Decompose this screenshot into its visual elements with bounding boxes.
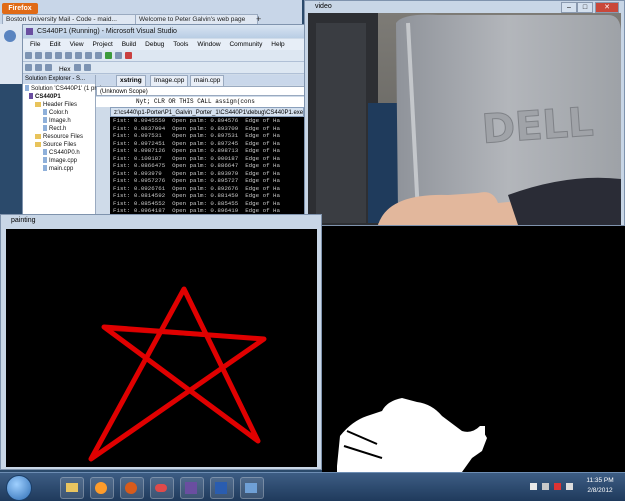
code-line[interactable]: Nyt; CLR OR THIS CALL assign(cons	[96, 97, 305, 107]
solution-explorer: Solution Explorer - S... Solution 'CS440…	[23, 75, 104, 215]
menu-view[interactable]: View	[70, 41, 84, 48]
painting-window-title: painting	[11, 217, 36, 224]
vs-toolbar	[23, 50, 305, 62]
window-icon[interactable]	[84, 64, 92, 71]
scope-dropdown[interactable]: (Unknown Scope)	[96, 86, 305, 96]
new-tab-button[interactable]: +	[256, 14, 266, 24]
system-clock[interactable]: 11:35 PM 2/8/2012	[578, 476, 622, 496]
webcam-image: DELL	[308, 13, 621, 225]
vs-title-bar: CS440P1 (Running) - Microsoft Visual Stu…	[23, 25, 305, 38]
media-player-taskbar-icon[interactable]	[90, 477, 114, 499]
drawn-star	[88, 286, 267, 462]
undo-icon[interactable]	[85, 52, 92, 59]
explorer-taskbar-icon[interactable]	[60, 477, 84, 499]
console-title-bar: z:\cs440\p1-Porter\P1_Galvin_Porter_1\CS…	[110, 107, 304, 117]
console-line: Fist: 0.0957276 Open palm: 0.895727 Edge…	[113, 177, 280, 184]
vs-logo-icon	[26, 28, 33, 35]
console-line: Fist: 0.0837094 Open palm: 0.893709 Edge…	[113, 124, 280, 132]
solution-explorer-header: Solution Explorer - S...	[23, 75, 95, 84]
clock-time: 11:35 PM	[586, 477, 614, 484]
file-main-cpp[interactable]: main.cpp	[43, 165, 73, 173]
minimize-button[interactable]: –	[561, 2, 577, 13]
painting-canvas[interactable]	[6, 229, 317, 467]
visual-studio-taskbar-icon[interactable]	[180, 477, 204, 499]
menu-project[interactable]: Project	[93, 41, 113, 48]
vs-menu-bar: File Edit View Project Build Debug Tools…	[23, 39, 305, 50]
file-image-cpp[interactable]: Image.cpp	[43, 157, 77, 165]
copy-icon[interactable]	[65, 52, 72, 59]
console-line: Fist: 0.0854552 Open palm: 0.885455 Edge…	[113, 199, 280, 207]
menu-edit[interactable]: Edit	[49, 41, 60, 48]
video-window: video – □ ✕ DELL	[304, 0, 625, 226]
cut-icon[interactable]	[55, 52, 62, 59]
step-into-icon[interactable]	[25, 64, 32, 71]
firefox-menu-button[interactable]: Firefox	[2, 3, 38, 14]
menu-debug[interactable]: Debug	[145, 41, 164, 48]
console-line: Fist: 0.093979 Open palm: 0.893979 Edge …	[113, 169, 280, 177]
save-icon[interactable]	[45, 52, 52, 59]
menu-community[interactable]: Community	[229, 41, 262, 48]
network-tray-icon[interactable]	[542, 483, 549, 490]
back-icon[interactable]	[4, 30, 16, 42]
step-over-icon[interactable]	[35, 64, 42, 71]
hex-toggle[interactable]: Hex	[59, 66, 71, 73]
menu-file[interactable]: File	[30, 41, 40, 48]
editor-tab-strip: xstring Image.cpp main.cpp	[96, 75, 305, 87]
folder-resource-files[interactable]: Resource Files	[35, 133, 83, 141]
menu-window[interactable]: Window	[197, 41, 220, 48]
painting-window: painting	[0, 214, 322, 470]
file-cs440p0-h[interactable]: CS440P0.h	[43, 149, 80, 157]
security-tray-icon[interactable]	[554, 483, 561, 490]
console-line: Fist: 0.0987126 Open palm: 0.898713 Edge…	[113, 147, 280, 154]
webcam-frame: DELL	[308, 13, 621, 225]
stop-icon[interactable]	[125, 52, 132, 59]
taskbar: 11:35 PM 2/8/2012	[0, 472, 625, 501]
flag-tray-icon[interactable]	[530, 483, 537, 490]
firefox-taskbar-icon[interactable]	[120, 477, 144, 499]
console-line: Fist: 0.097531 Open palm: 0.897531 Edge …	[113, 132, 280, 139]
window-taskbar-icon[interactable]	[240, 477, 264, 499]
volume-tray-icon[interactable]	[566, 483, 573, 490]
firefox-tab-bar: Firefox Boston University Mail - Code - …	[0, 0, 302, 25]
paste-icon[interactable]	[75, 52, 82, 59]
open-icon[interactable]	[35, 52, 42, 59]
clock-date: 2/8/2012	[587, 487, 613, 494]
breakpoint-icon[interactable]	[74, 64, 82, 71]
word-taskbar-icon[interactable]	[210, 477, 234, 499]
start-button[interactable]	[6, 475, 32, 501]
step-out-icon[interactable]	[45, 64, 52, 71]
menu-build[interactable]: Build	[122, 41, 136, 48]
console-line: Fist: 0.0945559 Open palm: 0.894576 Edge…	[113, 117, 280, 124]
close-button[interactable]: ✕	[595, 2, 619, 13]
console-line: Fist: 0.0866475 Open palm: 0.886647 Edge…	[113, 162, 280, 169]
dell-logo: DELL	[480, 99, 594, 153]
maximize-button[interactable]: □	[577, 2, 593, 13]
vs-window-title: CS440P1 (Running) - Microsoft Visual Stu…	[37, 28, 177, 35]
vs-debug-toolbar: Hex	[23, 62, 305, 74]
firefox-nav-area	[0, 24, 22, 84]
hand-mask-window	[322, 226, 625, 472]
file-rect-h[interactable]: Rect.h	[43, 125, 66, 133]
console-line: Fist: 0.0964187 Open palm: 0.896419 Edge…	[113, 207, 280, 214]
pause-icon[interactable]	[115, 52, 122, 59]
console-line: Fist: 0.100187 Open palm: 0.900187 Edge …	[113, 154, 280, 162]
app-taskbar-icon[interactable]	[150, 477, 174, 499]
file-image-h[interactable]: Image.h	[43, 117, 71, 125]
menu-help[interactable]: Help	[271, 41, 284, 48]
console-line: Fist: 0.0814592 Open palm: 0.881459 Edge…	[113, 192, 280, 199]
console-output: Fist: 0.0945559 Open palm: 0.894576 Edge…	[110, 117, 304, 214]
redo-icon[interactable]	[95, 52, 102, 59]
console-line: Fist: 0.0926761 Open palm: 0.892676 Edge…	[113, 184, 280, 192]
console-line: Fist: 0.0972451 Open palm: 0.897245 Edge…	[113, 139, 280, 147]
new-icon[interactable]	[25, 52, 32, 59]
hand-mask-image	[337, 398, 487, 472]
play-icon[interactable]	[105, 52, 112, 59]
file-color-h[interactable]: Color.h	[43, 109, 68, 117]
menu-tools[interactable]: Tools	[173, 41, 188, 48]
solution-node[interactable]: Solution 'CS440P1' (1 proje	[25, 85, 104, 93]
folder-header-files[interactable]: Header Files	[35, 101, 77, 109]
folder-source-files[interactable]: Source Files	[35, 141, 76, 149]
project-node[interactable]: CS440P1	[29, 93, 61, 101]
